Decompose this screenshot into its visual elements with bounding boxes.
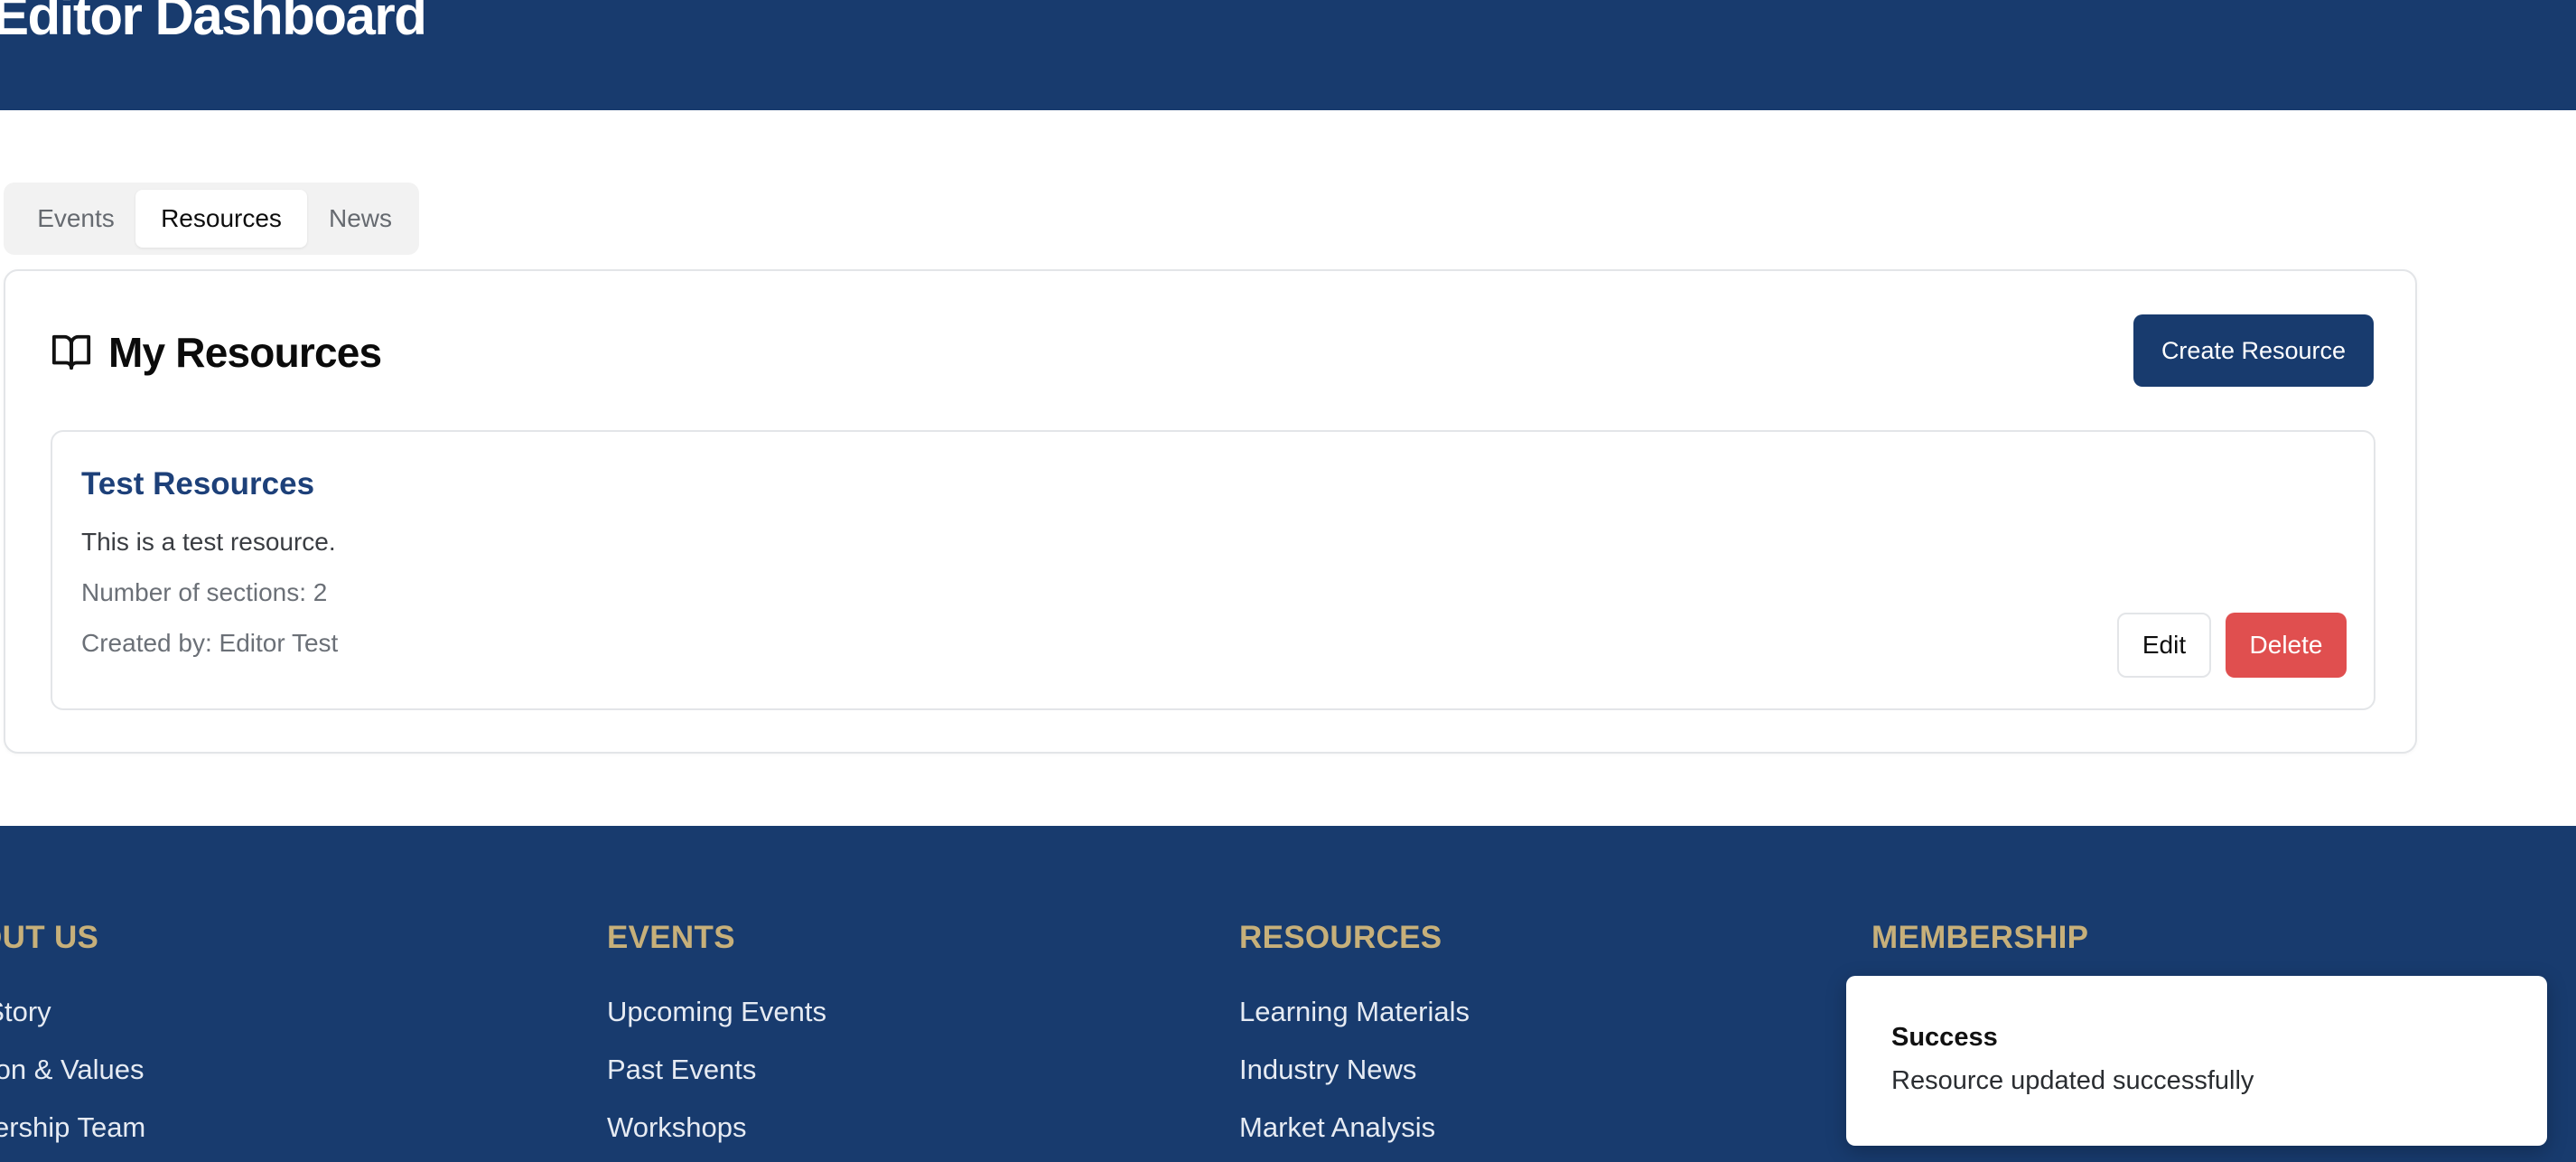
top-header: Editor Dashboard bbox=[0, 0, 2576, 110]
footer-link[interactable]: Market Analysis bbox=[1239, 1111, 1435, 1144]
footer-link[interactable]: Our Story bbox=[0, 996, 51, 1028]
footer-link[interactable]: Leadership Team bbox=[0, 1111, 145, 1144]
resource-title[interactable]: Test Resources bbox=[81, 466, 314, 502]
toast-title: Success bbox=[1891, 1023, 1998, 1052]
footer-link[interactable]: Workshops bbox=[607, 1111, 747, 1144]
panel-heading: My Resources bbox=[51, 325, 382, 380]
tab-resources[interactable]: Resources bbox=[135, 190, 307, 248]
toast-message: Resource updated successfully bbox=[1891, 1066, 2254, 1095]
tab-news[interactable]: News bbox=[311, 190, 410, 248]
resources-panel: My Resources Create Resource Test Resour… bbox=[4, 269, 2417, 754]
footer-link[interactable]: Mission & Values bbox=[0, 1054, 144, 1086]
resource-sections-count: Number of sections: 2 bbox=[81, 578, 328, 606]
footer-heading: MEMBERSHIP bbox=[1871, 920, 2089, 955]
resource-description: This is a test resource. bbox=[81, 528, 336, 556]
footer-heading: EVENTS bbox=[607, 920, 735, 955]
footer-heading: ABOUT US bbox=[0, 920, 99, 955]
tab-events[interactable]: Events bbox=[20, 190, 132, 248]
footer-link[interactable]: Upcoming Events bbox=[607, 996, 826, 1028]
success-toast[interactable]: Success Resource updated successfully bbox=[1846, 976, 2547, 1146]
footer-heading: RESOURCES bbox=[1239, 920, 1442, 955]
resource-creator: Created by: Editor Test bbox=[81, 629, 339, 657]
edit-button[interactable]: Edit bbox=[2117, 613, 2211, 678]
footer-link[interactable]: Learning Materials bbox=[1239, 996, 1470, 1028]
footer-link[interactable]: Past Events bbox=[607, 1054, 756, 1086]
resource-card: Test Resources This is a test resource. … bbox=[51, 430, 2375, 710]
delete-button[interactable]: Delete bbox=[2226, 613, 2347, 678]
footer-link[interactable]: Industry News bbox=[1239, 1054, 1416, 1086]
create-resource-button[interactable]: Create Resource bbox=[2133, 314, 2374, 387]
panel-title: My Resources bbox=[108, 329, 382, 376]
page-title: Editor Dashboard bbox=[0, 0, 427, 46]
book-open-icon bbox=[51, 332, 92, 373]
tab-list: Events Resources News bbox=[4, 183, 419, 255]
